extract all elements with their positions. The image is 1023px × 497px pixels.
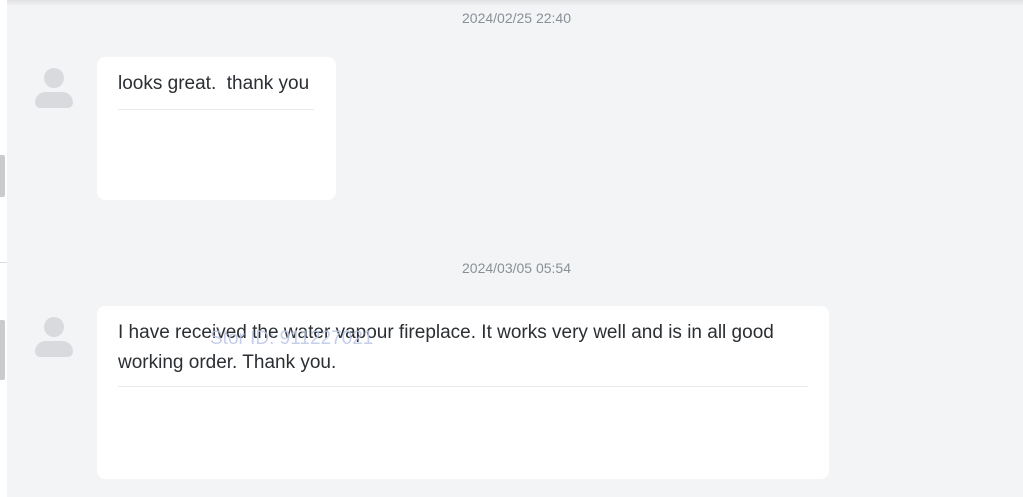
message-timestamp: 2024/02/25 22:40 — [462, 10, 571, 26]
left-collapse-handle[interactable] — [0, 155, 5, 197]
message-bubble: looks great. thank you — [97, 57, 336, 200]
message-divider — [118, 386, 808, 387]
message-text: I have received the water vapour firepla… — [118, 322, 780, 373]
message-bubble: I have received the water vapour firepla… — [97, 306, 829, 479]
message-timestamp: 2024/03/05 05:54 — [462, 260, 571, 276]
user-avatar-icon — [34, 317, 74, 361]
user-avatar-icon — [34, 68, 74, 112]
message-divider — [118, 109, 314, 110]
left-scroll-handle[interactable] — [0, 320, 5, 380]
left-panel-edge — [0, 0, 7, 497]
top-shadow — [0, 0, 1023, 6]
message-text: looks great. thank you — [118, 73, 310, 94]
